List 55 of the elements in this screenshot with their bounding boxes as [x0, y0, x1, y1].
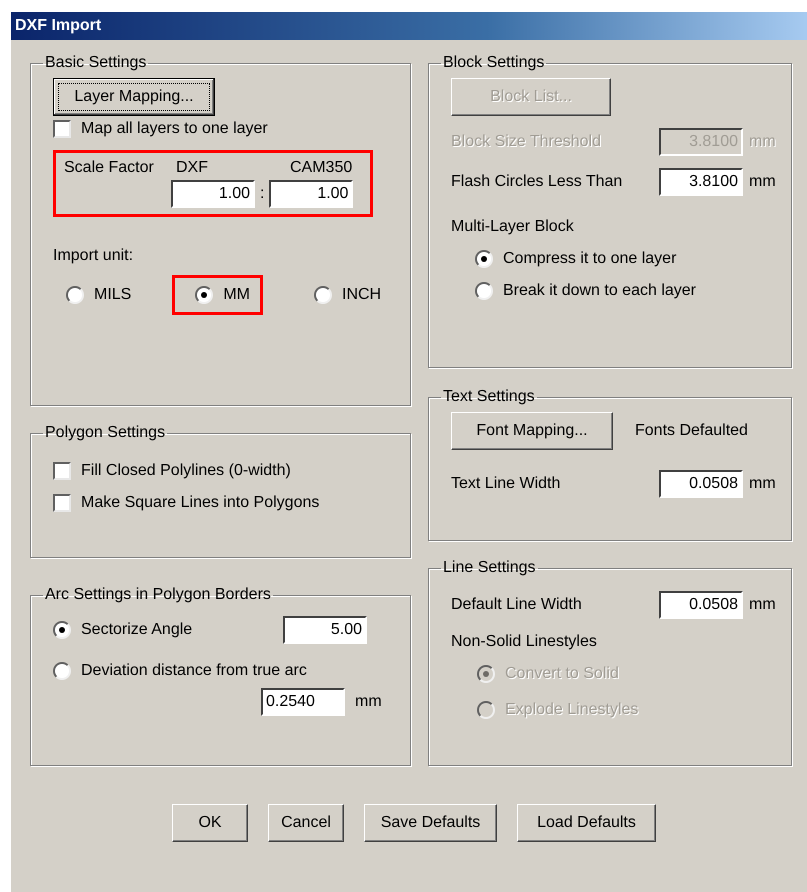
radio-label: Deviation distance from true arc [81, 662, 307, 680]
section-label: Non-Solid Linestyles [451, 633, 597, 651]
dialog-button[interactable]: Cancel [268, 804, 344, 842]
dialog-button[interactable]: Load Defaults [517, 804, 656, 842]
field-label: Text Line Width [451, 475, 562, 493]
radio-button[interactable] [53, 662, 71, 680]
value-field[interactable]: 0.0508 [659, 470, 743, 498]
font-mapping-button[interactable]: Font Mapping... [451, 412, 613, 450]
group-title: Arc Settings in Polygon Borders [44, 586, 272, 604]
checkbox-label: Make Square Lines into Polygons [81, 494, 320, 512]
field-label: Default Line Width [451, 596, 583, 614]
checkbox-label: Fill Closed Polylines (0-width) [81, 462, 291, 480]
checkbox-label: Map all layers to one layer [81, 120, 268, 138]
section-label: Import unit: [53, 247, 134, 265]
value-field[interactable]: 5.00 [283, 616, 367, 644]
column-label: CAM350 [290, 159, 352, 177]
group-title: Polygon Settings [44, 424, 166, 442]
field-label: Scale Factor [64, 159, 155, 177]
radio-button[interactable] [195, 286, 214, 304]
window-title: DXF Import [15, 17, 102, 35]
group-title: Basic Settings [44, 54, 148, 72]
radio-label: Break it down to each layer [503, 282, 696, 300]
radio-label: Compress it to one layer [503, 250, 676, 268]
value-field[interactable]: 0.0508 [659, 591, 743, 619]
radio-label: INCH [342, 286, 382, 304]
group-title: Text Settings [442, 388, 536, 406]
dialog-button[interactable]: OK [172, 804, 248, 842]
dialog-button[interactable]: Save Defaults [364, 804, 497, 842]
separator-text: : [260, 185, 264, 203]
unit-label: mm [749, 596, 776, 614]
checkbox[interactable] [53, 462, 71, 480]
value-field[interactable]: 1.00 [171, 180, 255, 208]
radio-label: MM [223, 286, 250, 304]
unit-label: mm [355, 693, 382, 711]
value-field[interactable]: 3.8100 [659, 168, 743, 196]
column-label: DXF [176, 159, 209, 177]
radio-button[interactable] [475, 282, 493, 300]
field-label: Flash Circles Less Than [451, 173, 624, 191]
group-title: Line Settings [442, 559, 537, 577]
radio-label: MILS [94, 286, 132, 304]
group-title: Block Settings [442, 54, 546, 72]
radio-button[interactable] [66, 286, 84, 304]
radio-button[interactable] [475, 250, 493, 268]
unit-label: mm [749, 475, 776, 493]
radio-button[interactable] [314, 286, 332, 304]
section-label: Multi-Layer Block [451, 218, 574, 236]
unit-label: mm [749, 173, 776, 191]
value-field[interactable]: 0.2540 [261, 688, 345, 716]
layer-mapping-button[interactable]: Layer Mapping... [53, 78, 215, 116]
radio-label: Sectorize Angle [81, 621, 192, 639]
status-text: Fonts Defaulted [635, 422, 748, 440]
checkbox[interactable] [53, 494, 71, 512]
radio-button[interactable] [53, 621, 71, 639]
checkbox[interactable] [53, 120, 71, 138]
value-field[interactable]: 1.00 [269, 180, 354, 208]
